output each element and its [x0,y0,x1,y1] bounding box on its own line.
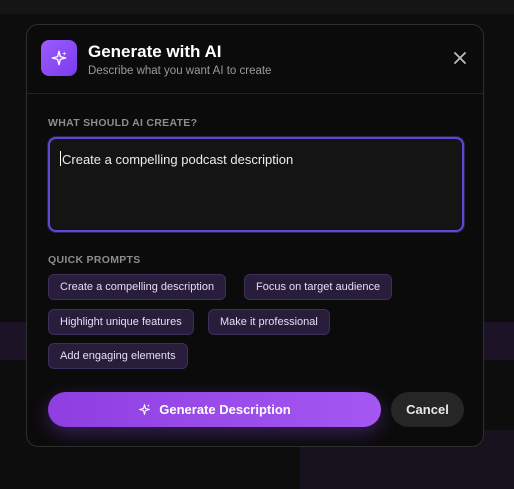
prompt-label: WHAT SHOULD AI CREATE? [48,117,198,129]
cancel-button[interactable]: Cancel [391,392,464,427]
quick-prompt-chip[interactable]: Make it professional [208,309,330,335]
sparkle-icon [41,40,77,76]
text-caret [60,151,61,166]
quick-prompt-chip[interactable]: Create a compelling description [48,274,227,300]
quick-prompt-chip[interactable]: Focus on target audience [244,274,393,300]
dialog-header: Generate with AI Describe what you want … [27,25,483,94]
prompt-textarea[interactable]: Create a compelling podcast description [48,137,464,232]
generate-ai-dialog: Generate with AI Describe what you want … [26,24,484,447]
dialog-subtitle: Describe what you want AI to create [88,65,272,77]
generate-button-label: Generate Description [159,402,291,417]
background-toolbar [0,0,514,14]
dialog-title: Generate with AI [88,42,222,61]
quick-prompt-chip[interactable]: Add engaging elements [48,343,188,369]
prompt-text: Create a compelling podcast description [62,152,294,167]
quick-prompts-label: QUICK PROMPTS [48,254,141,266]
quick-prompt-chip[interactable]: Highlight unique features [48,309,194,335]
sparkle-icon [139,404,151,415]
generate-description-button[interactable]: Generate Description [48,392,381,427]
close-icon[interactable] [451,49,469,67]
